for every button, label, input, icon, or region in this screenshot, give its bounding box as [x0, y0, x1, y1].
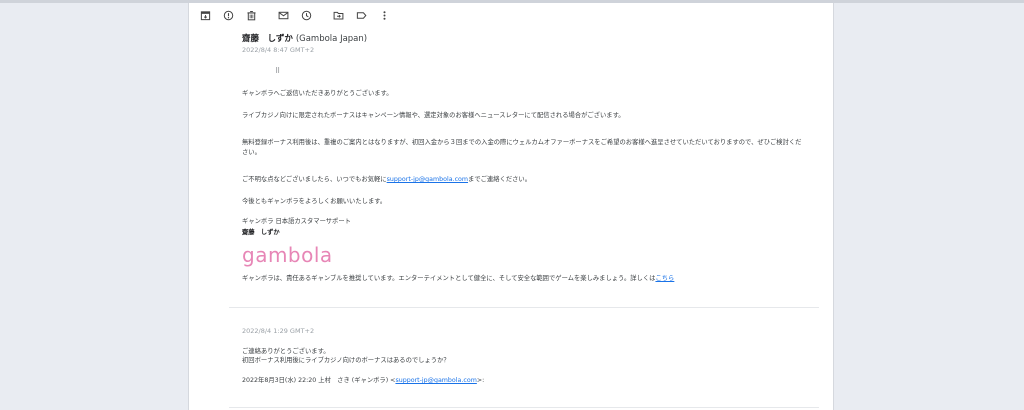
label-icon[interactable]	[354, 8, 368, 22]
quoted-email-link[interactable]: support-jp@gambola.com	[395, 377, 476, 384]
sender-line: 齋藤 しずか (Gambola Japan)	[242, 32, 367, 44]
email-thread-panel: 齋藤 しずか (Gambola Japan) 2022/8/4 8:47 GMT…	[188, 3, 834, 410]
message-toolbar	[189, 3, 833, 27]
message-date: 2022/8/4 8:47 GMT+2	[242, 46, 315, 54]
message-divider	[229, 407, 819, 408]
more-icon[interactable]	[377, 8, 391, 22]
message-divider	[229, 307, 819, 308]
signature-team: ギャンボラ 日本語カスタマーサポート	[242, 218, 351, 225]
body-paragraph: 無料登録ボーナス利用後は、重複のご案内とはなりますが、初回入金から３回までの入金…	[242, 138, 832, 158]
body-text-line: 無料登録ボーナス利用後は、重複のご案内とはなりますが、初回入金から３回までの入金…	[242, 139, 802, 146]
sender-name[interactable]: 齋藤 しずか	[242, 34, 293, 44]
mark-unread-icon[interactable]	[276, 8, 290, 22]
signature-name: 齋藤 しずか	[242, 229, 280, 236]
support-email-link[interactable]: support-jp@gambola.com	[387, 176, 468, 183]
sender-org: (Gambola Japan)	[295, 34, 368, 44]
quoted-header: 2022年8月3日(水) 22:20 上村 さき (ギャンボラ) <suppor…	[242, 376, 832, 386]
body-paragraph: 今後ともギャンボラをよろしくお願いいたします。	[242, 198, 387, 205]
message-date: 2022/8/4 1:29 GMT+2	[242, 327, 315, 335]
archive-icon[interactable]	[198, 8, 212, 22]
body-text: ご不明な点などございましたら、いつでもお気軽に	[242, 176, 387, 183]
body-paragraph: ライブカジノ向けに限定されたボーナスはキャンペーン情報や、選定対象のお客様へニュ…	[242, 112, 625, 119]
reply-line: 初回ボーナス利用後にライブカジノ向けのボーナスはあるのでしょうか？	[242, 357, 450, 364]
right-side-area	[834, 3, 1024, 410]
quote-text: 2022年8月3日(水) 22:20 上村 さき (ギャンボラ) <	[242, 377, 396, 384]
body-text-line: さい。	[242, 149, 261, 156]
snooze-icon[interactable]	[299, 8, 313, 22]
footer-text: ギャンボラは、責任あるギャンブルを推奨しています。エンターテイメントとして健全に…	[242, 275, 656, 282]
body-paragraph: ギャンボラへご返信いただきありがとうございます。	[242, 90, 393, 97]
body-paragraph: ご不明な点などございましたら、いつでもお気軽にsupport-jp@gambol…	[242, 175, 832, 185]
delete-icon[interactable]	[244, 8, 258, 22]
footer-paragraph: ギャンボラは、責任あるギャンブルを推奨しています。エンターテイメントとして健全に…	[242, 274, 832, 284]
body-text: までご連絡ください。	[468, 176, 531, 183]
gambola-logo: gambola	[242, 243, 333, 267]
quote-text: >:	[476, 377, 485, 384]
details-link[interactable]: こちら	[655, 275, 674, 282]
report-icon[interactable]	[221, 8, 235, 22]
move-to-icon[interactable]	[331, 8, 345, 22]
show-trimmed-content-button[interactable]: ⠿	[275, 67, 280, 75]
